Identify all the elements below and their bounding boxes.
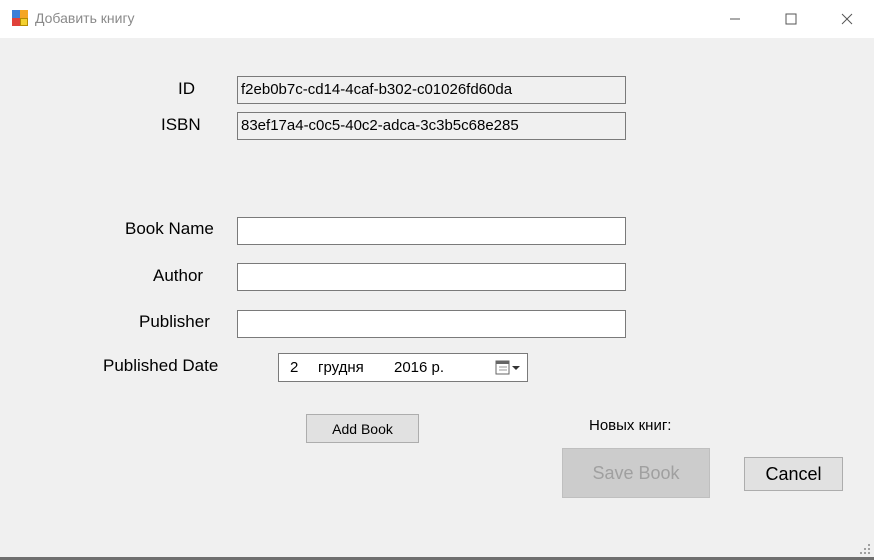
add-book-button[interactable]: Add Book	[306, 414, 419, 443]
book-name-input[interactable]	[237, 217, 626, 245]
date-month[interactable]: грудня	[318, 359, 364, 376]
isbn-label: ISBN	[161, 115, 201, 134]
cancel-button[interactable]: Cancel	[744, 457, 843, 491]
publisher-input[interactable]	[237, 310, 626, 338]
minimize-icon	[730, 18, 740, 20]
new-books-label: Новых книг:	[589, 417, 672, 434]
maximize-icon	[785, 13, 797, 25]
id-field[interactable]: f2eb0b7c-cd14-4caf-b302-c01026fd60da	[237, 76, 626, 104]
book-name-label: Book Name	[125, 219, 214, 238]
save-book-button[interactable]: Save Book	[562, 448, 710, 498]
author-input[interactable]	[237, 263, 626, 291]
minimize-button[interactable]	[712, 0, 758, 38]
publisher-label: Publisher	[139, 312, 210, 331]
close-icon	[841, 13, 853, 25]
title-bar[interactable]: Добавить книгу	[0, 0, 874, 38]
app-window-icon	[12, 10, 29, 27]
calendar-dropdown-icon[interactable]	[495, 359, 523, 377]
date-day[interactable]: 2	[290, 359, 298, 376]
resize-grip-icon[interactable]	[858, 542, 872, 556]
id-label: ID	[178, 79, 195, 98]
published-date-picker[interactable]: 2 грудня 2016 р.	[278, 353, 528, 382]
window-title: Добавить книгу	[35, 10, 135, 26]
maximize-button[interactable]	[768, 0, 814, 38]
author-label: Author	[153, 266, 204, 285]
published-date-label: Published Date	[103, 356, 219, 375]
close-button[interactable]	[824, 0, 870, 38]
isbn-field[interactable]: 83ef17a4-c0c5-40c2-adca-3c3b5c68e285	[237, 112, 626, 140]
date-year[interactable]: 2016 р.	[394, 359, 444, 376]
